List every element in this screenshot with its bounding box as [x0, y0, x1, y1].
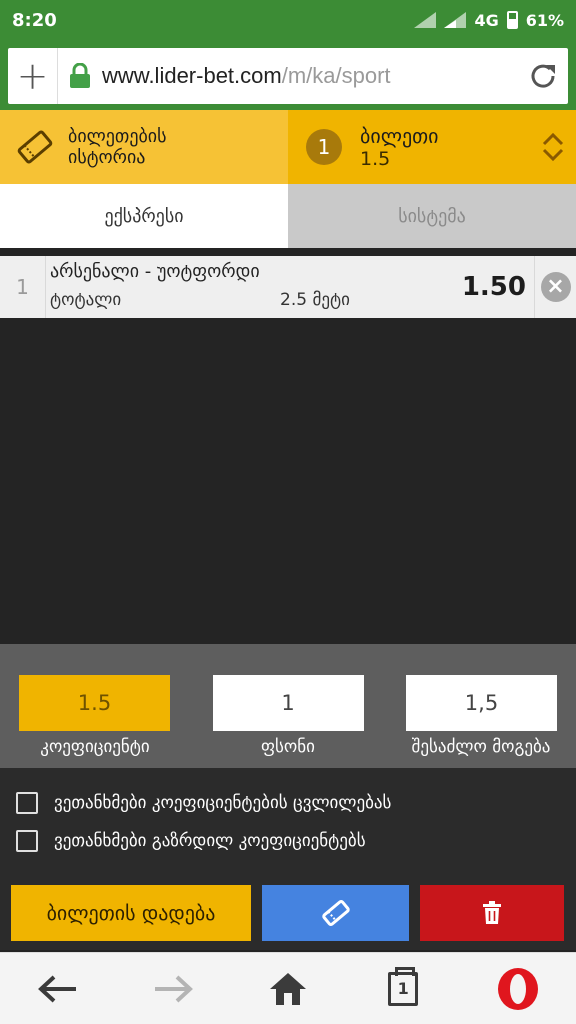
status-time: 8:20 [12, 9, 57, 31]
stake-panel: 1.5 1 1,5 კოეფიციენტი ფსონი შესაძლო მოგე… [0, 644, 576, 768]
coefficient-label: კოეფიციენტი [40, 737, 150, 757]
accept-odds-change-label: ვეთანხმები კოეფიციენტების ცვლილებას [54, 793, 392, 813]
browser-nav-bar: 1 [0, 952, 576, 1024]
bet-market: ტოტალი [50, 290, 122, 310]
close-icon: × [540, 272, 571, 302]
ticket-actions: ბილეთის დადება [0, 874, 576, 950]
expand-collapse-chevron-icon[interactable] [530, 132, 576, 162]
wifi-signal-icon [414, 12, 437, 28]
reload-icon[interactable] [518, 61, 568, 91]
stake-input[interactable]: 1 [212, 675, 364, 731]
ticket-odds: 1.5 [360, 148, 391, 170]
bet-type-tabs: ექსპრესი სისტემა [0, 184, 576, 248]
tab-system[interactable]: სისტემა [288, 184, 576, 248]
url-path: /m/ka/sport [281, 63, 391, 88]
url-text[interactable]: www.lider-bet.com/m/ka/sport [102, 63, 518, 89]
bet-index: 1 [0, 256, 46, 318]
cell-signal-icon [444, 12, 467, 28]
ticket-icon [321, 900, 350, 926]
accept-odds-change-option[interactable]: ვეთანხმები კოეფიციენტების ცვლილებას [0, 784, 576, 822]
tab-count: 1 [388, 966, 419, 1006]
network-type: 4G [474, 10, 499, 30]
ticket-label: ბილეთი [360, 124, 439, 148]
home-icon [269, 972, 306, 1005]
remove-bet-button[interactable]: × [534, 256, 576, 318]
forward-arrow-icon [154, 975, 193, 1002]
new-tab-plus-icon[interactable]: + [8, 48, 58, 104]
ticket-header: ბილეთების ისტორია 1 ბილეთი 1.5 [0, 110, 576, 184]
accept-increased-odds-checkbox[interactable] [16, 830, 38, 852]
opera-menu-button[interactable] [488, 959, 548, 1019]
back-button[interactable] [28, 959, 88, 1019]
accept-odds-change-checkbox[interactable] [16, 792, 38, 814]
history-label-line1: ბილეთების [68, 126, 167, 147]
ticket-count-badge: 1 [306, 129, 342, 165]
bet-odd: 1.50 [461, 272, 526, 302]
possible-win-label: შესაძლო მოგება [411, 737, 551, 757]
forward-button[interactable] [143, 959, 203, 1019]
place-bet-button[interactable]: ბილეთის დადება [11, 885, 251, 941]
bet-match: არსენალი - უოტფორდი [50, 261, 260, 282]
stake-label: ფსონი [261, 737, 315, 757]
bet-selection: 2.5 მეტი [280, 290, 350, 310]
home-button[interactable] [258, 959, 318, 1019]
accept-increased-odds-label: ვეთანხმები გაზრდილ კოეფიციენტებს [54, 831, 366, 851]
browser-toolbar: + www.lider-bet.com/m/ka/sport [0, 40, 576, 110]
lock-icon [58, 63, 102, 89]
url-host: www.lider-bet.com [102, 63, 282, 88]
tab-express[interactable]: ექსპრესი [0, 184, 288, 248]
battery-icon [506, 11, 518, 29]
opera-logo-icon [498, 967, 539, 1010]
ticket-toggle[interactable]: 1 ბილეთი 1.5 [288, 110, 576, 184]
address-bar[interactable]: + www.lider-bet.com/m/ka/sport [8, 48, 568, 104]
status-bar: 8:20 4G 61% [0, 0, 576, 40]
possible-win-field: 1,5 [406, 675, 557, 731]
trash-icon [483, 901, 501, 924]
back-arrow-icon [37, 975, 76, 1002]
coefficient-field: 1.5 [19, 675, 170, 731]
history-label-line2: ისტორია [68, 147, 146, 168]
ticket-history-button[interactable]: ბილეთების ისტორია [0, 110, 288, 184]
accept-increased-odds-option[interactable]: ვეთანხმები გაზრდილ კოეფიციენტებს [0, 822, 576, 860]
bet-row: 1 არსენალი - უოტფორდი ტოტალი 2.5 მეტი 1.… [0, 256, 576, 318]
tabs-button[interactable]: 1 [373, 959, 433, 1019]
battery-level: 61% [525, 10, 564, 30]
agreement-options: ვეთანხმები კოეფიციენტების ცვლილებას ვეთა… [0, 768, 576, 874]
clear-ticket-button[interactable] [420, 885, 564, 941]
ticket-icon [17, 130, 53, 164]
save-ticket-button[interactable] [262, 885, 409, 941]
